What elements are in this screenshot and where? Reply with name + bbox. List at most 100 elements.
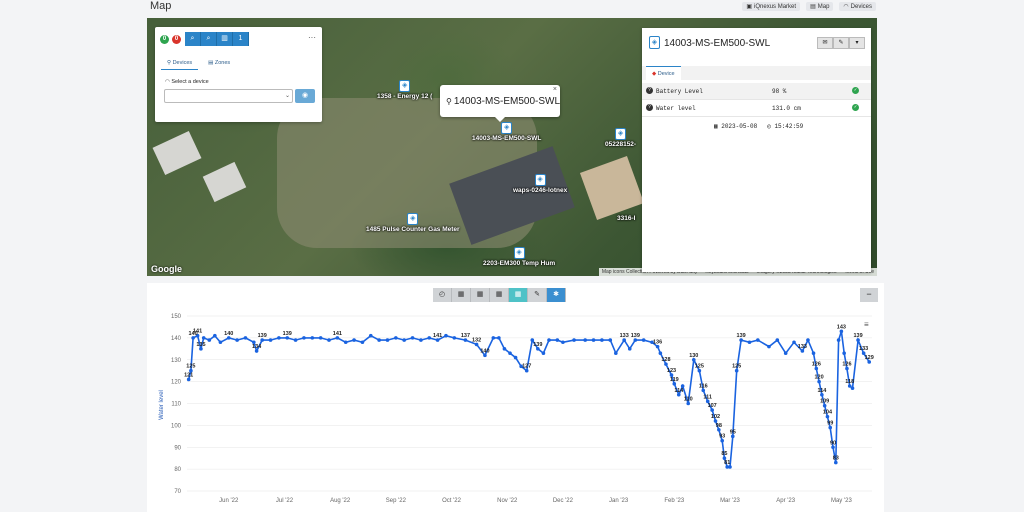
data-point — [385, 338, 390, 342]
market-link[interactable]: ▣ iQnexus Market — [742, 2, 801, 11]
marker-3316[interactable]: 3316-I — [617, 202, 635, 222]
data-point — [547, 338, 551, 342]
data-label: 126 — [842, 362, 851, 368]
data-label: 139 — [631, 333, 640, 339]
close-icon[interactable]: × — [553, 86, 557, 93]
question-icon: ? — [646, 87, 653, 94]
data-point — [600, 338, 604, 342]
view-device-button[interactable]: ◉ — [295, 89, 315, 103]
dropdown-button[interactable]: ▾ — [849, 37, 865, 49]
data-label: 133 — [859, 346, 868, 352]
data-point — [583, 338, 587, 342]
data-label: 107 — [708, 403, 717, 409]
y-tick-label: 110 — [171, 402, 181, 408]
marker-14003[interactable]: ◈ 14003-MS-EM500-SWL — [472, 122, 541, 142]
y-tick-label: 120 — [171, 380, 182, 386]
data-point — [756, 338, 760, 342]
google-logo: Google — [151, 264, 182, 274]
marker-2203[interactable]: ◈ 2203-EM300 Temp Hum — [483, 247, 555, 267]
map-popup: ⚲ 14003-MS-EM500-SWL × — [440, 85, 561, 122]
zoom-button[interactable]: ⌕ — [201, 32, 217, 46]
devices-link[interactable]: ◠ Devices — [839, 2, 876, 11]
y-tick-label: 90 — [174, 445, 181, 451]
tab-device[interactable]: ◆ Device — [646, 66, 681, 80]
popup-title: 14003-MS-EM500-SWL — [453, 95, 561, 107]
x-tick-label: May '23 — [831, 498, 852, 504]
x-tick-label: Jul '22 — [276, 498, 294, 504]
chart-panel: ◴ ▦ ▦ ▦ ▦ ✎ ✱ − ≡ 70 80 90 100 110 120 130 140 1… — [147, 283, 884, 512]
y-tick-label: 80 — [174, 467, 181, 473]
envelope-icon: ✉ — [822, 40, 828, 46]
data-point — [658, 351, 663, 355]
data-point — [811, 351, 816, 355]
x-tick-label: Nov '22 — [497, 498, 518, 504]
data-label: 133 — [798, 344, 807, 350]
data-label: 137 — [461, 333, 470, 339]
y-tick-label: 130 — [171, 358, 182, 364]
sensor-icon: ◈ — [399, 80, 411, 92]
data-point — [452, 336, 457, 340]
sensor-icon: ◈ — [407, 213, 419, 225]
data-point — [310, 336, 315, 340]
device-timestamp: ▦ 2023-05-08 ◴ 15:42:59 — [714, 123, 804, 130]
data-point — [502, 347, 507, 351]
y-tick-label: 140 — [171, 336, 182, 342]
x-tick-label: Dec '22 — [553, 498, 574, 504]
data-point — [343, 340, 348, 345]
marker-1358[interactable]: ◈ 1358 - Energy 12 ( — [377, 80, 432, 100]
tab-devices[interactable]: ⚲ Devices — [161, 57, 199, 70]
data-label: 136 — [653, 340, 662, 346]
data-label: 140 — [480, 348, 489, 354]
sensor-icon: ◈ — [513, 247, 525, 259]
x-tick-label: Feb '23 — [664, 498, 684, 504]
data-point — [444, 333, 448, 338]
device-actions: ✉ ✎ ▾ — [817, 37, 865, 49]
x-tick-label: Jan '23 — [609, 498, 629, 504]
data-point — [235, 338, 239, 342]
data-label: 93 — [719, 434, 725, 440]
count-button[interactable]: 1 — [233, 32, 249, 46]
top-bar: Map ▣ iQnexus Market ▤ Map ◠ Devices — [0, 0, 1024, 14]
data-label: 121 — [184, 372, 193, 378]
data-label: 139 — [258, 333, 267, 339]
marker-waps-0246[interactable]: ◈ waps-0246-lotnex — [513, 174, 567, 194]
data-point — [608, 338, 613, 342]
sensor-icon: ◈ — [501, 122, 513, 134]
data-point — [394, 336, 398, 340]
data-point — [293, 338, 298, 342]
data-label: 109 — [820, 399, 829, 405]
y-axis: 70 80 90 100 110 120 130 140 150 — [171, 314, 182, 495]
data-point — [747, 340, 752, 345]
search-button[interactable]: ⌕ — [185, 32, 201, 46]
comment-button[interactable]: ✎ — [833, 37, 849, 49]
y-tick-label: 100 — [171, 423, 182, 429]
marker-05228152[interactable]: ◈ 05228152- — [605, 128, 636, 148]
data-point — [419, 338, 423, 342]
page-title: Map — [150, 0, 172, 12]
device-tabbar: ◆ Device — [642, 66, 871, 80]
layers-button[interactable]: ▥ — [217, 32, 233, 46]
search-icon: ⌕ — [190, 35, 195, 42]
data-point — [508, 351, 512, 355]
data-point — [561, 340, 565, 345]
data-point — [302, 336, 306, 340]
marker-1485[interactable]: ◈ 1485 Pulse Counter Gas Meter — [366, 213, 460, 233]
data-point — [641, 338, 646, 342]
device-select[interactable]: ⌄ — [164, 89, 293, 103]
x-tick-label: Jun '22 — [219, 498, 239, 504]
data-label: 104 — [823, 410, 833, 416]
data-label: 127 — [522, 364, 531, 370]
ellipsis-icon[interactable]: ··· — [308, 33, 316, 42]
data-point — [792, 340, 796, 345]
tab-zones[interactable]: ▤ Zones — [202, 57, 236, 70]
x-tick-label: Aug '22 — [330, 498, 351, 504]
data-label: 130 — [689, 353, 698, 359]
data-point — [201, 336, 206, 340]
map-link[interactable]: ▤ Map — [806, 2, 834, 11]
x-tick-label: Mar '23 — [720, 498, 740, 504]
data-label: 118 — [845, 379, 854, 385]
email-button[interactable]: ✉ — [817, 37, 833, 49]
x-tick-label: Oct '22 — [442, 498, 461, 504]
chevron-down-icon: ⌄ — [284, 93, 290, 99]
sensor-icon: ◈ — [615, 128, 627, 140]
